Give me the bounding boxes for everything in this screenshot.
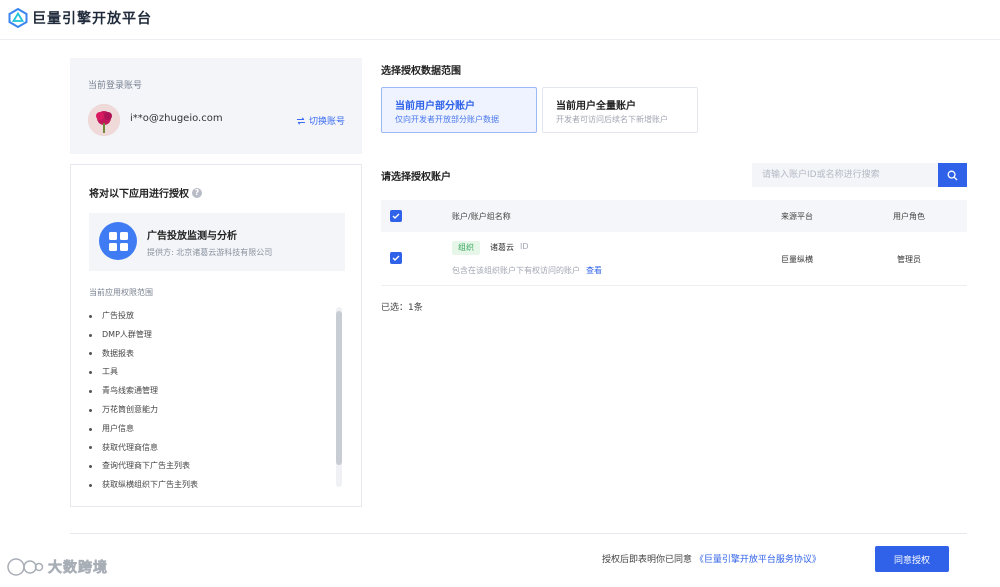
option-title: 当前用户全量账户 — [556, 101, 636, 112]
scrollbar-thumb[interactable] — [336, 311, 342, 465]
scope-item: 万花筒创意能力 — [89, 401, 319, 420]
scope-item: 青鸟线索通管理 — [89, 382, 319, 401]
scope-item: 用户信息 — [89, 420, 319, 439]
account-search-input[interactable] — [752, 163, 938, 187]
agreement-prefix: 授权后即表明你已同意 — [602, 555, 693, 565]
avatar — [88, 104, 120, 136]
watermark: 大数跨境 — [6, 557, 108, 577]
option-desc: 开发者可访问后续名下新增账户 — [556, 115, 668, 124]
row-description-text: 包含在该组织账户下有权访问的账户 — [452, 266, 580, 275]
app-auth-title-text: 将对以下应用进行授权 — [89, 189, 189, 200]
footer-divider — [70, 533, 967, 534]
table-row[interactable]: 组织 诸葛云 ID 包含在该组织账户下有权访问的账户 查看 巨量纵横 管理员 — [381, 232, 967, 286]
help-icon[interactable]: ? — [192, 187, 202, 198]
scope-item: DMP人群管理 — [89, 326, 319, 345]
option-desc: 仅向开发者开放部分账户数据 — [395, 115, 499, 124]
row-checkbox[interactable] — [390, 252, 402, 264]
logo[interactable]: 巨量引擎开放平台 — [8, 8, 152, 28]
app-card: 广告投放监测与分析 提供方: 北京诸葛云游科技有限公司 — [89, 213, 345, 271]
watermark-text: 大数跨境 — [48, 560, 108, 577]
watermark-logo-icon — [7, 558, 44, 576]
search-icon — [947, 170, 958, 180]
scope-label: 当前应用权限范围 — [89, 288, 153, 297]
account-name: 诸葛云 — [490, 243, 514, 252]
column-header-platform: 来源平台 — [781, 212, 813, 221]
scope-item: 广告投放 — [89, 307, 319, 326]
app-name: 广告投放监测与分析 — [147, 231, 237, 242]
selected-count: 已选：1条 — [381, 303, 423, 313]
select-all-checkbox[interactable] — [390, 210, 402, 222]
app-grid-icon — [99, 222, 137, 260]
logo-text: 巨量引擎开放平台 — [32, 11, 152, 27]
platform-logo-icon — [8, 8, 28, 28]
agreement-link[interactable]: 《巨量引擎开放平台服务协议》 — [695, 555, 821, 565]
scope-item: 获取代理商信息 — [89, 439, 319, 458]
platform-cell: 巨量纵横 — [781, 255, 813, 264]
app-auth-panel: 将对以下应用进行授权 ? 广告投放监测与分析 提供方: 北京诸葛云游科技有限公司… — [70, 164, 362, 507]
column-header-name: 账户/账户组名称 — [452, 212, 511, 221]
scope-list: 广告投放 DMP人群管理 数据报表 工具 青鸟线索通管理 万花筒创意能力 用户信… — [89, 307, 319, 495]
org-tag: 组织 — [452, 241, 480, 255]
option-partial-accounts[interactable]: 当前用户部分账户 仅向开发者开放部分账户数据 — [381, 87, 537, 133]
view-link[interactable]: 查看 — [586, 266, 602, 275]
scope-item: 查询代理商下广告主列表 — [89, 457, 319, 476]
swap-icon — [297, 116, 305, 125]
scope-item: 工具 — [89, 363, 319, 382]
search-button[interactable] — [938, 163, 967, 187]
account-id: ID — [520, 242, 529, 251]
scope-scrollbar[interactable] — [336, 307, 342, 487]
check-icon — [392, 213, 400, 219]
agree-authorize-button[interactable]: 同意授权 — [875, 546, 949, 572]
choose-account-label: 请选择授权账户 — [381, 172, 451, 183]
switch-account-button[interactable]: 切换账号 — [296, 114, 345, 127]
option-all-accounts[interactable]: 当前用户全量账户 开发者可访问后续名下新增账户 — [542, 87, 698, 133]
current-account-panel: 当前登录账号 i**o@zhugeio.com 切换账号 — [70, 58, 362, 154]
switch-account-label: 切换账号 — [309, 117, 346, 127]
top-bar: 巨量引擎开放平台 — [0, 0, 1000, 40]
data-scope-title: 选择授权数据范围 — [381, 66, 461, 77]
check-icon — [392, 255, 400, 261]
app-auth-title: 将对以下应用进行授权 ? — [89, 185, 202, 200]
scope-item: 数据报表 — [89, 345, 319, 364]
row-description: 包含在该组织账户下有权访问的账户 查看 — [452, 265, 602, 276]
current-account-label: 当前登录账号 — [88, 81, 143, 91]
agreement-text: 授权后即表明你已同意 《巨量引擎开放平台服务协议》 — [602, 552, 821, 565]
option-title: 当前用户部分账户 — [395, 101, 475, 112]
column-header-role: 用户角色 — [893, 212, 925, 221]
account-email: i**o@zhugeio.com — [130, 113, 223, 124]
scope-item: 获取纵横组织下广告主列表 — [89, 476, 319, 495]
table-header: 账户/账户组名称 来源平台 用户角色 — [381, 200, 967, 232]
role-cell: 管理员 — [897, 255, 921, 264]
app-provider: 提供方: 北京诸葛云游科技有限公司 — [147, 248, 273, 257]
